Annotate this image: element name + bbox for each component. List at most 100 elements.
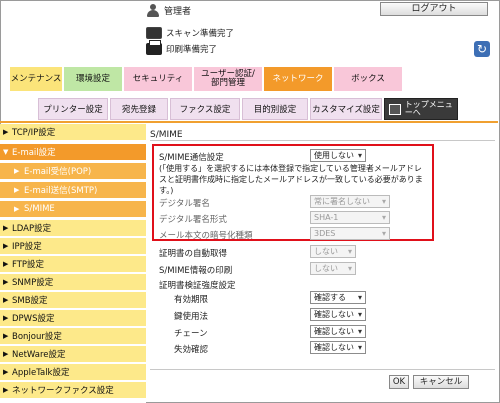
main-tabs: メンテナンス 環境設定 セキュリティ ユーザー認証/部門管理 ネットワーク ボッ…: [10, 67, 404, 91]
chevron-right-icon: ▶: [14, 186, 20, 194]
revoke-label: 失効確認: [174, 345, 209, 355]
verify-label: 証明書検証強度設定: [159, 281, 236, 291]
sidebar-item-label: AppleTalk設定: [12, 368, 70, 378]
digital-sign-select[interactable]: 常に署名しない: [310, 195, 390, 208]
sidebar-item-network-fax[interactable]: ▶ ネットワークファクス設定: [0, 382, 146, 399]
scan-status: スキャン準備完了: [146, 27, 234, 39]
chevron-right-icon: ▶: [14, 167, 20, 175]
sidebar-item-label: E-mail設定: [12, 148, 56, 158]
sidebar-item-label: NetWare設定: [12, 350, 66, 360]
tab-purpose-settings[interactable]: 目的別設定: [242, 98, 308, 120]
key-usage-label: 鍵使用法: [174, 312, 209, 322]
smime-print-label: S/MIME情報の印刷: [159, 266, 233, 276]
refresh-icon[interactable]: ↻: [474, 41, 490, 57]
sidebar-item-dpws[interactable]: ▶ DPWS設定: [0, 310, 146, 327]
user-icon: [146, 4, 160, 17]
admin-user: 管理者: [146, 4, 191, 17]
cancel-button[interactable]: キャンセル: [413, 375, 469, 389]
sub-tabs: プリンター設定 宛先登録 ファクス設定 目的別設定 カスタマイズ設定 トップメニ…: [38, 98, 460, 120]
tab-maintenance[interactable]: メンテナンス: [10, 67, 62, 91]
smime-print-select[interactable]: しない: [310, 262, 356, 275]
chevron-right-icon: ▶: [3, 278, 9, 286]
sidebar-item-snmp[interactable]: ▶ SNMP設定: [0, 274, 146, 291]
sidebar-item-email[interactable]: ▼ E-mail設定: [0, 144, 146, 161]
tab-address-book[interactable]: 宛先登録: [110, 98, 168, 120]
sidebar-item-label: SMB設定: [12, 296, 48, 306]
smime-comm-label: S/MIME通信設定: [159, 153, 224, 163]
sidebar-item-label: E-mail送信(SMTP): [24, 186, 98, 196]
tab-network[interactable]: ネットワーク: [264, 67, 332, 91]
chevron-right-icon: ▶: [3, 350, 9, 358]
key-usage-select[interactable]: 確認しない: [310, 308, 366, 321]
chevron-right-icon: ▶: [3, 386, 9, 394]
encrypt-label: メール本文の暗号化種類: [159, 231, 253, 241]
sidebar-item-bonjour[interactable]: ▶ Bonjour設定: [0, 328, 146, 345]
auto-cert-label: 証明書の自動取得: [159, 249, 228, 259]
tab-customize-settings[interactable]: カスタマイズ設定: [310, 98, 382, 120]
tab-fax-settings[interactable]: ファクス設定: [170, 98, 240, 120]
printer-icon: [146, 40, 162, 55]
user-label: 管理者: [164, 7, 192, 17]
print-status-text: 印刷準備完了: [166, 45, 218, 55]
tab-printer-settings[interactable]: プリンター設定: [38, 98, 108, 120]
chevron-right-icon: ▶: [3, 128, 9, 136]
encrypt-select[interactable]: 3DES: [310, 227, 390, 240]
smime-note: (「使用する」を選択するには本体登録で指定している管理者メールアドレスと証明書作…: [159, 164, 423, 195]
sidebar-item-label: TCP/IP設定: [12, 128, 56, 138]
chevron-right-icon: ▶: [3, 296, 9, 304]
sidebar-item-email-smtp[interactable]: ▶ E-mail送信(SMTP): [0, 182, 146, 199]
scan-status-text: スキャン準備完了: [166, 29, 235, 39]
sidebar-item-smb[interactable]: ▶ SMB設定: [0, 292, 146, 309]
digital-sign-label: デジタル署名: [159, 199, 210, 209]
title-divider: [150, 140, 495, 141]
sidebar-item-label: Bonjour設定: [12, 332, 62, 342]
chevron-right-icon: ▶: [3, 332, 9, 340]
sidebar-item-smime[interactable]: ▶ S/MIME: [0, 201, 146, 218]
page-title: S/MIME: [150, 130, 183, 140]
sidebar-item-netware[interactable]: ▶ NetWare設定: [0, 346, 146, 363]
sidebar: ▶ TCP/IP設定 ▼ E-mail設定 ▶ E-mail受信(POP) ▶ E-ma…: [0, 124, 146, 403]
sidebar-item-label: SNMP設定: [12, 278, 54, 288]
sidebar-item-label: ネットワークファクス設定: [12, 386, 114, 396]
home-screen-icon: [389, 103, 401, 115]
sidebar-item-ipp[interactable]: ▶ IPP設定: [0, 238, 146, 255]
validity-label: 有効期限: [174, 295, 209, 305]
logout-button[interactable]: ログアウト: [380, 2, 488, 16]
tab-security[interactable]: セキュリティ: [124, 67, 192, 91]
sidebar-item-appletalk[interactable]: ▶ AppleTalk設定: [0, 364, 146, 381]
chain-label: チェーン: [174, 329, 208, 339]
chevron-right-icon: ▶: [3, 242, 9, 250]
smime-comm-select[interactable]: 使用しない: [310, 149, 366, 162]
ok-button[interactable]: OK: [389, 375, 409, 389]
print-status: 印刷準備完了: [146, 40, 218, 55]
tab-box[interactable]: ボックス: [334, 67, 402, 91]
scanner-icon: [146, 27, 162, 39]
sidebar-item-email-pop[interactable]: ▶ E-mail受信(POP): [0, 163, 146, 180]
footer-divider: [150, 369, 495, 370]
sidebar-item-ldap[interactable]: ▶ LDAP設定: [0, 220, 146, 237]
chain-select[interactable]: 確認しない: [310, 325, 366, 338]
sidebar-item-label: S/MIME: [24, 204, 55, 214]
chevron-right-icon: ▶: [14, 205, 20, 213]
sidebar-item-label: FTP設定: [12, 260, 45, 270]
chevron-right-icon: ▶: [3, 314, 9, 322]
top-menu-button[interactable]: トップメニューへ: [384, 98, 458, 120]
chevron-down-icon: ▼: [3, 148, 9, 156]
auto-cert-select[interactable]: しない: [310, 245, 356, 258]
sidebar-item-label: IPP設定: [12, 242, 42, 252]
chevron-right-icon: ▶: [3, 368, 9, 376]
validity-select[interactable]: 確認する: [310, 291, 366, 304]
sidebar-item-tcpip[interactable]: ▶ TCP/IP設定: [0, 124, 146, 141]
chevron-right-icon: ▶: [3, 260, 9, 268]
revoke-select[interactable]: 確認しない: [310, 341, 366, 354]
chevron-right-icon: ▶: [3, 224, 9, 232]
sidebar-item-ftp[interactable]: ▶ FTP設定: [0, 256, 146, 273]
sidebar-item-label: DPWS設定: [12, 314, 55, 324]
sidebar-item-label: LDAP設定: [12, 224, 52, 234]
sign-format-label: デジタル署名形式: [159, 215, 227, 225]
sign-format-select[interactable]: SHA-1: [310, 211, 390, 224]
tab-divider: [0, 121, 498, 123]
tab-user-auth[interactable]: ユーザー認証/部門管理: [194, 67, 262, 91]
top-menu-label: トップメニューへ: [404, 100, 453, 117]
tab-environment[interactable]: 環境設定: [64, 67, 122, 91]
